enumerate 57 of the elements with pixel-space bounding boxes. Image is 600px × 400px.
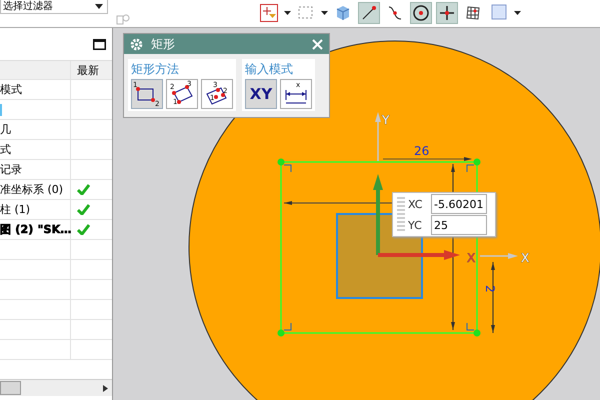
curve-icon — [386, 4, 404, 22]
axis-label: Y — [382, 113, 390, 127]
tree-row[interactable]: 模式 — [0, 80, 112, 100]
grid-icon — [464, 4, 482, 22]
horizontal-scrollbar[interactable] — [0, 379, 112, 396]
view-icon — [490, 4, 508, 22]
input-field[interactable]: -5.60201 — [431, 194, 487, 214]
check-icon — [77, 184, 90, 195]
column-header[interactable]: 最新 — [77, 62, 99, 78]
cube-icon — [334, 4, 352, 22]
tree-row[interactable]: 柱 (1) — [0, 200, 112, 220]
settings-icon[interactable] — [130, 38, 143, 50]
axis-label: X — [521, 251, 530, 265]
caret-icon[interactable] — [321, 11, 328, 15]
tree-row[interactable]: 式 — [0, 140, 112, 160]
toolbar-button[interactable] — [358, 2, 380, 24]
tree-row[interactable]: 记录 — [0, 160, 112, 180]
feature-name: 记录 — [0, 162, 22, 177]
feature-name: 式 — [0, 142, 11, 157]
tree-row[interactable]: 准坐标系 (0) — [0, 180, 112, 200]
maximize-icon[interactable] — [93, 38, 106, 50]
dimension-value: 26 — [414, 144, 430, 158]
check-icon — [77, 224, 90, 235]
caret-icon[interactable] — [514, 11, 521, 15]
filter-dropdown[interactable]: 选择过滤器 — [0, 0, 108, 14]
point-icon — [438, 4, 456, 22]
tree-row[interactable]: 图 (2) "SK… — [0, 220, 112, 240]
field-label: YC — [408, 218, 423, 232]
x-axis-arrow — [480, 253, 518, 259]
filter-icon — [260, 4, 278, 22]
close-icon[interactable] — [312, 38, 323, 50]
group-label: 输入模式 — [245, 61, 294, 78]
y-axis-arrow — [375, 112, 381, 161]
scroll-thumb[interactable] — [0, 381, 21, 395]
circle-icon — [412, 4, 430, 22]
feature-name: 柱 (1) — [0, 202, 30, 217]
feature-name: 准坐标系 (0) — [0, 182, 64, 197]
dimension-value: 2 — [483, 285, 497, 293]
toolbar-button[interactable] — [410, 2, 432, 24]
toolbar-button[interactable] — [258, 2, 280, 24]
caret-icon[interactable] — [284, 11, 291, 15]
line-icon — [360, 4, 378, 22]
axis-label: X — [467, 251, 476, 265]
group-label: 矩形方法 — [131, 61, 180, 78]
feature-name: 图 (2) "SK… — [0, 222, 72, 237]
scroll-right-icon[interactable] — [103, 384, 108, 392]
toolbar-button[interactable] — [436, 2, 458, 24]
caret-icon — [95, 4, 103, 9]
dialog-title: 矩形 — [151, 36, 175, 52]
feature-name: 模式 — [0, 82, 22, 97]
feature-name: 几 — [0, 122, 11, 137]
mode-button[interactable]: XY — [245, 79, 277, 109]
input-field[interactable]: 25 — [431, 215, 487, 235]
drag-handle[interactable] — [397, 197, 405, 232]
tree-row[interactable]: 几 — [0, 120, 112, 140]
check-icon — [77, 204, 90, 215]
field-label: XC — [408, 198, 424, 210]
